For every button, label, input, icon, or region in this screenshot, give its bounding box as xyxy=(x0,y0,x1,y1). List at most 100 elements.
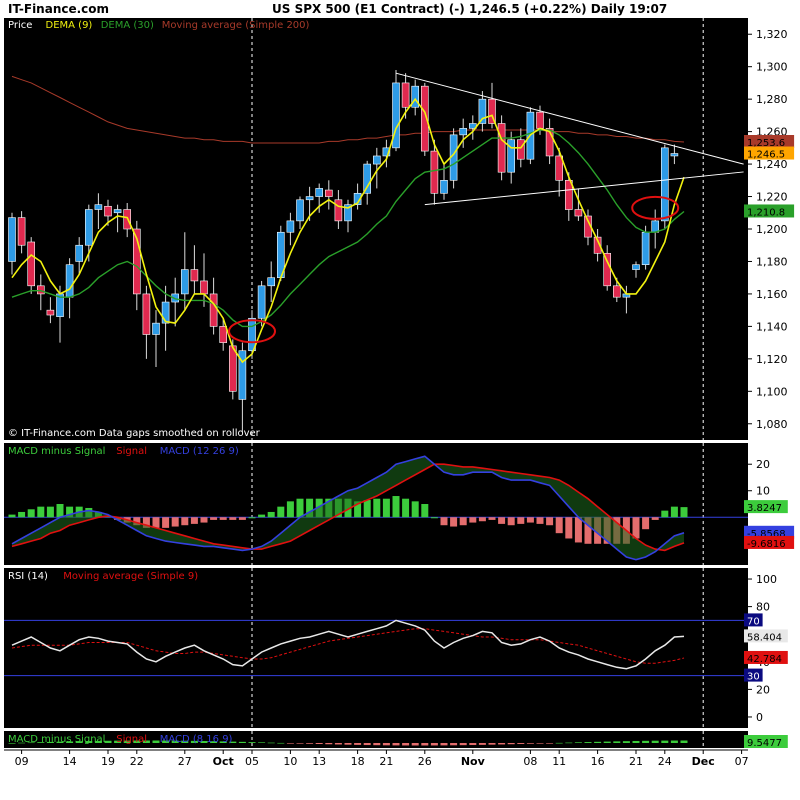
x-tick-label: 14 xyxy=(63,755,77,768)
legend-entry: Moving average (Simple 200) xyxy=(162,20,310,31)
macd-histogram-bar xyxy=(392,496,400,518)
candle-body xyxy=(190,269,199,282)
x-tick-label: 16 xyxy=(591,755,605,768)
y-tick-label: 100 xyxy=(756,573,777,586)
candle-body xyxy=(612,285,621,298)
macd2-histogram-bar xyxy=(632,740,640,743)
y-tick-label: 20 xyxy=(756,458,770,471)
x-tick-label: 18 xyxy=(351,755,365,768)
macd2-histogram-bar xyxy=(450,743,458,746)
macd-histogram-bar xyxy=(363,500,371,518)
candle-body xyxy=(401,82,410,108)
macd-histogram-bar xyxy=(430,517,438,519)
candle-body xyxy=(104,205,112,217)
x-tick-label: 07 xyxy=(735,755,749,768)
x-tick-label: Oct xyxy=(213,755,234,768)
macd-histogram-bar xyxy=(680,507,688,518)
candle-body xyxy=(411,85,420,108)
candle-body xyxy=(142,293,151,335)
macd-histogram-bar xyxy=(450,517,458,527)
macd-histogram-bar xyxy=(277,506,285,518)
macd2-histogram-bar xyxy=(382,743,390,746)
y-tick-label: 10 xyxy=(756,485,770,498)
macd2-histogram-bar xyxy=(565,742,573,744)
x-tick-label: 05 xyxy=(245,755,259,768)
axis-value-label: 9.5477 xyxy=(747,738,782,749)
macd2-histogram-bar xyxy=(277,742,285,744)
legend-entry: MACD minus Signal xyxy=(8,734,105,745)
macd2-histogram-bar xyxy=(680,740,688,743)
macd2-histogram-bar xyxy=(594,741,602,743)
macd-histogram-bar xyxy=(181,517,189,526)
macd-histogram-bar xyxy=(421,504,429,518)
macd-histogram-bar xyxy=(229,517,237,520)
chart-footnote: © IT-Finance.com Data gaps smoothed on r… xyxy=(8,428,261,439)
macd-histogram-bar xyxy=(37,506,45,518)
x-tick-label: Nov xyxy=(461,755,486,768)
legend-entry: DEMA (9) xyxy=(46,20,93,31)
candle-body xyxy=(8,217,16,262)
candle-body xyxy=(632,264,640,270)
macd2-histogram-bar xyxy=(354,743,362,745)
macd2-histogram-bar xyxy=(392,743,400,746)
macd2-histogram-bar xyxy=(296,743,304,744)
macd2-histogram-bar xyxy=(344,743,352,745)
macd2-histogram-bar xyxy=(152,740,160,743)
axis-value-label: 30 xyxy=(747,672,760,683)
candle-body xyxy=(152,322,160,335)
macd-histogram-bar xyxy=(459,517,467,526)
macd-histogram-bar xyxy=(258,514,266,518)
x-tick-label: 22 xyxy=(130,755,144,768)
macd2-histogram-bar xyxy=(421,743,429,746)
macd2-histogram-bar xyxy=(546,743,554,744)
macd-histogram-bar xyxy=(526,517,534,523)
macd-histogram-bar xyxy=(238,517,246,520)
candle-body xyxy=(516,139,525,160)
x-tick-label: 19 xyxy=(101,755,115,768)
macd2-histogram-bar xyxy=(603,741,611,743)
rsi-panel: RSI (14)Moving average (Simple 9)0204060… xyxy=(4,568,788,728)
macd2-histogram-bar xyxy=(411,743,419,746)
x-tick-label: 10 xyxy=(283,755,297,768)
axis-value-label: 1,210.8 xyxy=(747,207,785,218)
candle-body xyxy=(651,220,660,233)
macd-histogram-bar xyxy=(200,517,208,523)
macd-panel: MACD minus Signal Signal MACD (12 26 9) 10 2… xyxy=(4,443,795,565)
macd-histogram-bar xyxy=(8,514,16,518)
macd2-histogram-bar xyxy=(286,743,294,744)
macd-histogram-bar xyxy=(536,517,544,524)
candle-body xyxy=(324,189,333,197)
macd2-histogram-bar xyxy=(498,743,506,745)
candle-body xyxy=(334,199,343,222)
legend-entry: RSI (14) xyxy=(8,571,48,582)
candle-body xyxy=(267,277,276,287)
macd2-histogram-bar xyxy=(574,742,582,743)
candle-body xyxy=(200,280,208,295)
y-tick-label: 1,180 xyxy=(756,255,788,268)
axis-value-label: 70 xyxy=(747,616,760,627)
macd2-histogram-bar xyxy=(488,743,496,745)
candle-body xyxy=(161,301,170,324)
macd-histogram-bar xyxy=(18,511,26,518)
macd2-histogram-bar xyxy=(258,742,266,743)
macd-histogram-bar xyxy=(651,517,659,520)
x-tick-label: 11 xyxy=(552,755,566,768)
candle-body xyxy=(181,269,189,295)
candle-body xyxy=(113,209,122,214)
macd-histogram-bar xyxy=(478,517,486,522)
macd-histogram-bar xyxy=(267,511,275,518)
macd-histogram-bar xyxy=(152,517,160,528)
candle-body xyxy=(497,123,506,173)
candle-body xyxy=(219,326,227,343)
candle-body xyxy=(17,217,26,246)
candle-body xyxy=(660,147,669,222)
candle-body xyxy=(65,264,74,298)
y-tick-label: 1,100 xyxy=(756,385,788,398)
macd2-histogram-bar xyxy=(670,740,678,743)
macd2-histogram-bar xyxy=(238,741,246,743)
x-tick-label: 13 xyxy=(312,755,326,768)
macd-histogram-bar xyxy=(488,517,496,520)
macd-histogram-bar xyxy=(546,517,554,526)
macd-histogram-bar xyxy=(373,498,381,518)
x-tick-label: 08 xyxy=(523,755,537,768)
